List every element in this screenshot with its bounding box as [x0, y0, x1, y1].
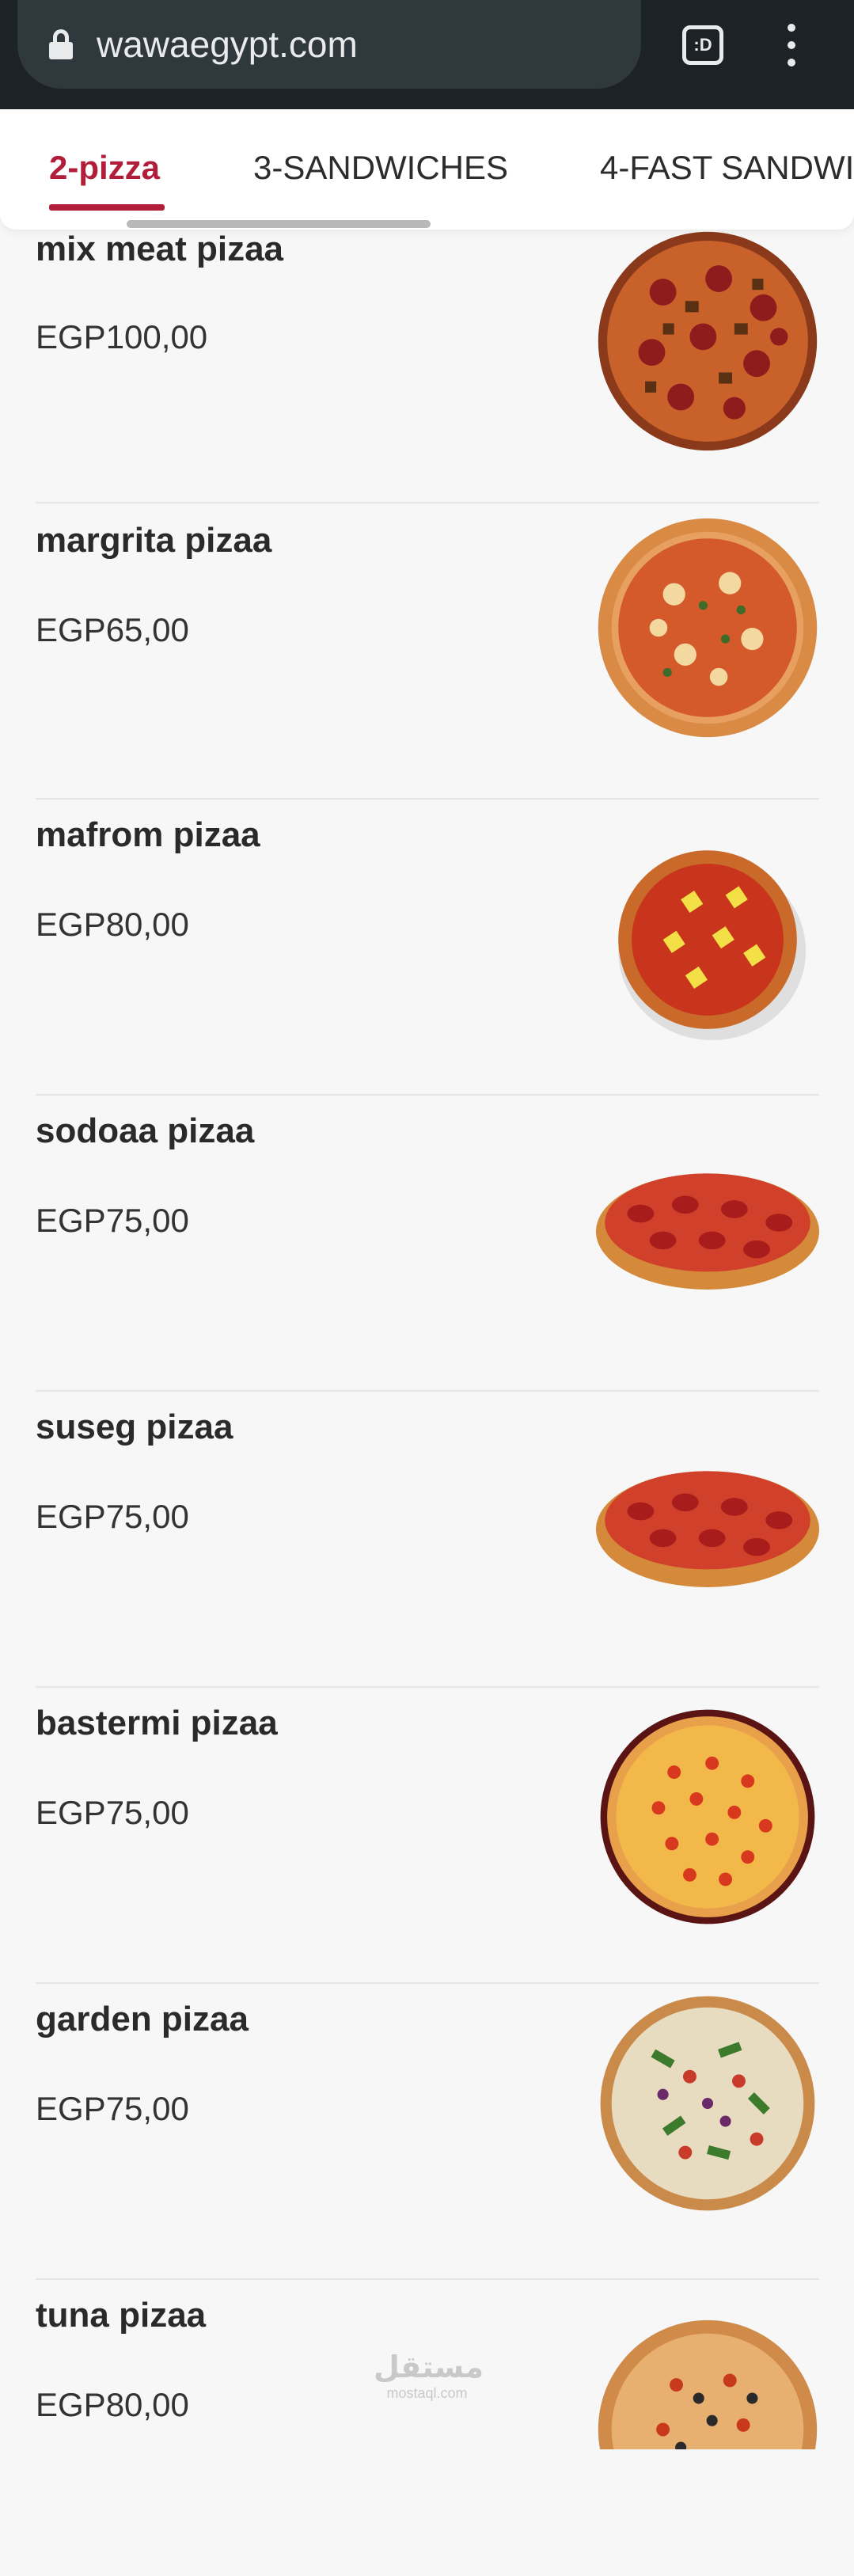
watermark-latin: mostaql.com	[386, 2385, 468, 2401]
pizza-image	[596, 1992, 819, 2215]
pizza-image	[596, 516, 819, 739]
tab-fast-sandwiches[interactable]: 4-FAST SANDWI	[600, 149, 854, 187]
pizza-image	[596, 828, 819, 1051]
item-price: EGP75,00	[36, 1498, 189, 1535]
pizza-image	[596, 230, 819, 453]
menu-item[interactable]: mix meat pizaa EGP100,00	[36, 207, 819, 503]
category-tabs: 2-pizza 3-SANDWICHES 4-FAST SANDWI	[0, 109, 854, 230]
watermark-arabic: مستقل	[374, 2351, 484, 2384]
tab-pizza[interactable]: 2-pizza	[49, 149, 160, 187]
item-price: EGP80,00	[36, 906, 189, 943]
item-price: EGP100,00	[36, 318, 208, 355]
tab-switcher-button[interactable]: :D	[682, 25, 723, 65]
pizza-image	[596, 1159, 819, 1295]
url-text: wawaegypt.com	[97, 24, 358, 65]
lock-icon	[49, 29, 73, 59]
menu-item[interactable]: margrita pizaa EGP65,00	[36, 503, 819, 800]
watermark: مستقل mostaql.com	[374, 2350, 484, 2402]
menu-item[interactable]: mafrom pizaa EGP80,00	[36, 800, 819, 1096]
tabs-scrollbar[interactable]	[127, 220, 431, 228]
item-price: EGP75,00	[36, 2090, 189, 2127]
item-name: suseg pizaa	[36, 1408, 233, 1446]
pizza-image	[596, 1705, 819, 1928]
menu-item[interactable]: sodoaa pizaa EGP75,00	[36, 1096, 819, 1392]
pizza-image	[596, 2318, 819, 2449]
item-name: sodoaa pizaa	[36, 1111, 255, 1150]
item-name: tuna pizaa	[36, 2296, 207, 2335]
item-name: mafrom pizaa	[36, 815, 260, 854]
tab-sandwiches[interactable]: 3-SANDWICHES	[253, 149, 508, 187]
item-name: garden pizaa	[36, 2000, 249, 2038]
item-price: EGP65,00	[36, 611, 189, 648]
item-name: mix meat pizaa	[36, 230, 284, 268]
active-tab-indicator	[49, 204, 165, 211]
item-name: margrita pizaa	[36, 521, 272, 560]
menu-item[interactable]: garden pizaa EGP75,00	[36, 1984, 819, 2280]
menu-item[interactable]: suseg pizaa EGP75,00	[36, 1392, 819, 1688]
item-price: EGP75,00	[36, 1202, 189, 1239]
item-price: EGP75,00	[36, 1794, 189, 1831]
pizza-image	[596, 1457, 819, 1593]
item-name: bastermi pizaa	[36, 1704, 278, 1742]
menu-list: mix meat pizaa EGP100,00 margrita pizaa	[0, 0, 854, 2449]
overflow-menu-icon[interactable]	[784, 24, 799, 66]
menu-item[interactable]: tuna pizaa EGP80,00	[36, 2280, 819, 2576]
item-price: EGP80,00	[36, 2386, 189, 2423]
menu-item[interactable]: bastermi pizaa EGP75,00	[36, 1688, 819, 1984]
address-bar[interactable]: wawaegypt.com	[17, 0, 641, 89]
browser-toolbar: wawaegypt.com :D	[0, 0, 854, 109]
